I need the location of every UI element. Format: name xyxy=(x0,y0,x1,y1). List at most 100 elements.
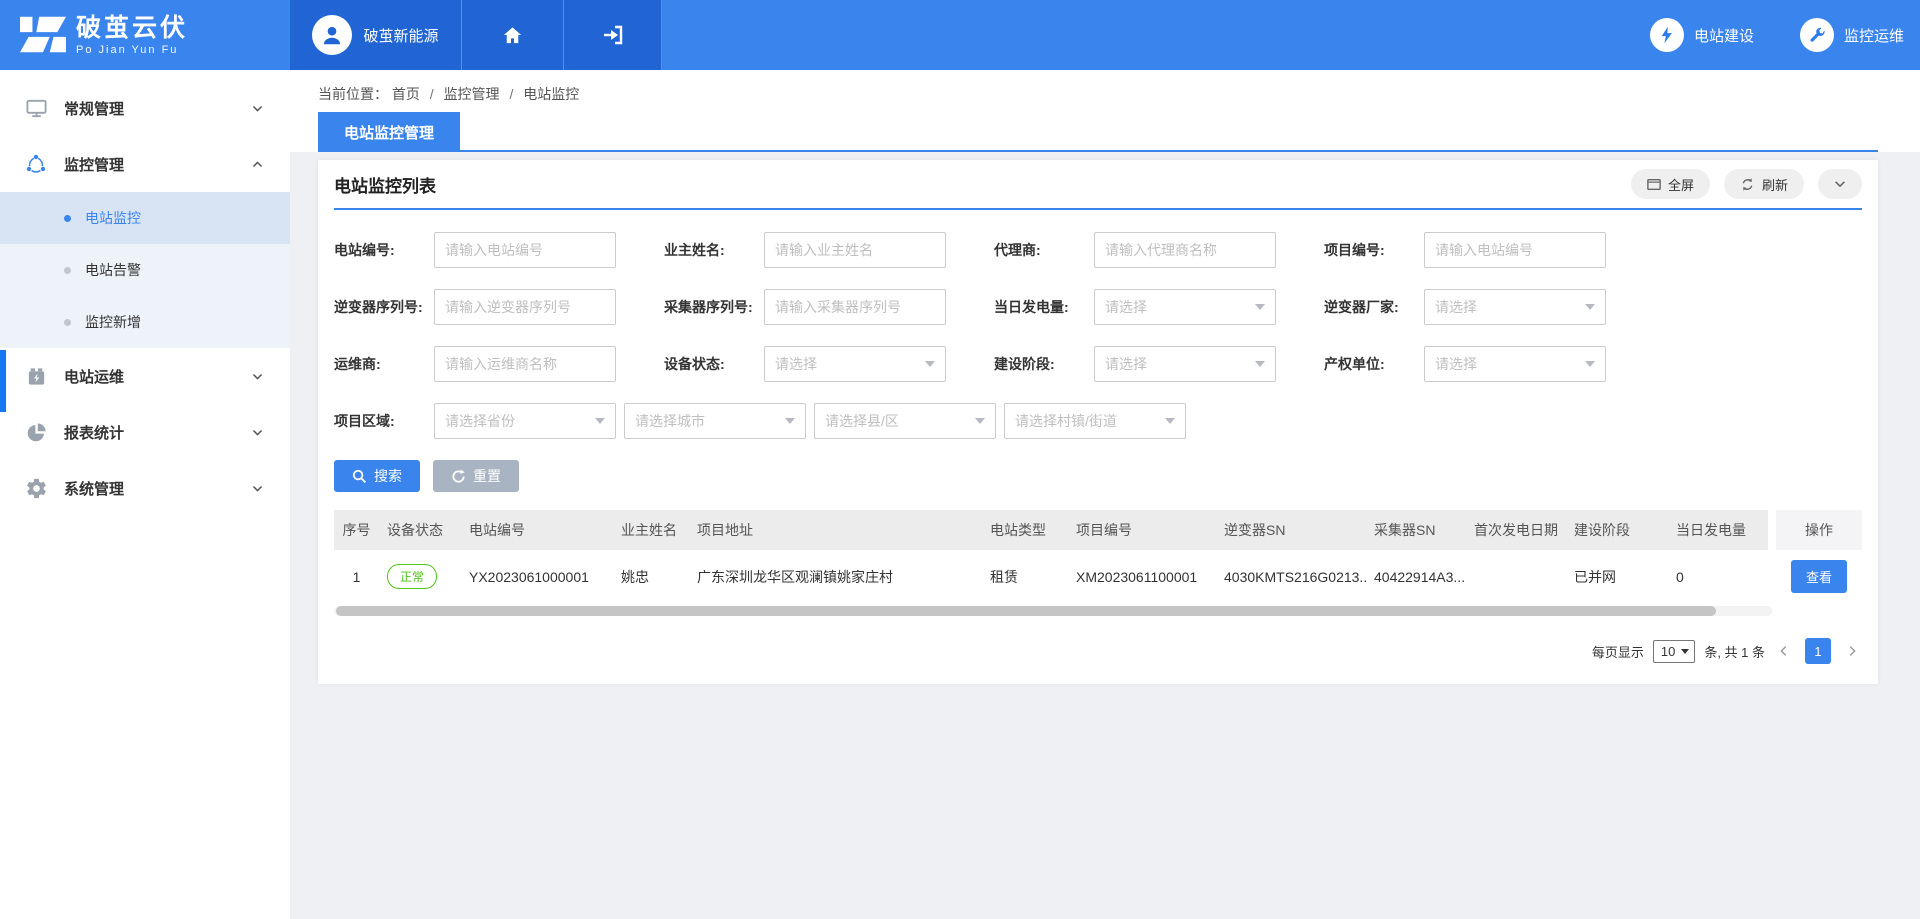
brand-subtitle: Po Jian Yun Fu xyxy=(76,44,188,56)
select-placeholder: 请选择 xyxy=(775,354,817,374)
chevron-down-icon xyxy=(1833,177,1847,191)
cell-daily-power: 0 xyxy=(1668,550,1772,603)
horizontal-scrollbar-thumb[interactable] xyxy=(336,606,1716,616)
caret-down-icon xyxy=(595,418,605,424)
chevron-up-icon xyxy=(250,157,264,171)
project-region-label: 项目区域: xyxy=(334,411,434,431)
breadcrumb-station-monitor[interactable]: 电站监控 xyxy=(523,86,579,102)
header-project-no: 项目编号 xyxy=(1068,510,1216,550)
select-placeholder: 请选择 xyxy=(1105,297,1147,317)
refresh-button[interactable]: 刷新 xyxy=(1724,169,1804,199)
logout-button[interactable] xyxy=(564,0,662,70)
caret-down-icon xyxy=(1585,361,1595,367)
fullscreen-icon xyxy=(1647,178,1661,191)
agent-label: 代理商: xyxy=(994,240,1094,260)
breadcrumb-home[interactable]: 首页 xyxy=(392,86,420,102)
header-build-stage: 建设阶段 xyxy=(1566,510,1668,550)
sidebar-item-station-monitor[interactable]: 电站监控 xyxy=(0,192,290,244)
battery-icon xyxy=(24,364,48,388)
cell-build-stage: 已并网 xyxy=(1566,550,1668,603)
search-icon xyxy=(352,469,367,484)
county-select[interactable]: 请选择县/区 xyxy=(814,403,996,439)
sidebar-item-report-stats[interactable]: 报表统计 xyxy=(0,404,290,460)
property-unit-select[interactable]: 请选择 xyxy=(1424,346,1606,382)
reset-button[interactable]: 重置 xyxy=(433,460,519,492)
collapse-button[interactable] xyxy=(1818,169,1862,199)
panel-header: 电站监控列表 全屏 xyxy=(334,160,1862,210)
owner-name-input[interactable] xyxy=(764,232,946,268)
sidebar-item-monitor-add[interactable]: 监控新增 xyxy=(0,296,290,348)
fullscreen-button[interactable]: 全屏 xyxy=(1631,169,1710,199)
org-name: 破茧新能源 xyxy=(363,25,438,46)
device-status-select[interactable]: 请选择 xyxy=(764,346,946,382)
caret-down-icon xyxy=(925,361,935,367)
network-icon xyxy=(24,152,48,176)
station-no-input[interactable] xyxy=(434,232,616,268)
inverter-vendor-select[interactable]: 请选择 xyxy=(1424,289,1606,325)
main-area: 当前位置： 首页 / 监控管理 / 电站监控 电站监控管理 电站监控列表 全屏 xyxy=(290,70,1920,919)
search-button[interactable]: 搜索 xyxy=(334,460,420,492)
chevron-left-icon xyxy=(1777,644,1791,658)
horizontal-scrollbar[interactable] xyxy=(334,606,1772,616)
sidebar-item-station-alarm[interactable]: 电站告警 xyxy=(0,244,290,296)
user-menu[interactable]: 破茧新能源 xyxy=(290,0,462,70)
tab-station-monitor-mgmt[interactable]: 电站监控管理 xyxy=(318,112,460,152)
caret-down-icon xyxy=(785,418,795,424)
per-page-value: 10 xyxy=(1661,644,1675,659)
agent-input[interactable] xyxy=(1094,232,1276,268)
ops-provider-input[interactable] xyxy=(434,346,616,382)
sidebar-scrollbar[interactable] xyxy=(0,350,6,412)
header-index: 序号 xyxy=(334,510,379,550)
nav-monitor-ops[interactable]: 监控运维 xyxy=(1800,18,1904,52)
refresh-icon xyxy=(1740,177,1755,192)
select-placeholder: 请选择 xyxy=(1105,354,1147,374)
tab-underline xyxy=(318,150,1878,152)
breadcrumb-monitor-mgmt[interactable]: 监控管理 xyxy=(444,86,500,102)
breadcrumb-separator: / xyxy=(430,86,434,102)
cell-station-no: YX2023061000001 xyxy=(461,550,613,603)
home-button[interactable] xyxy=(462,0,564,70)
cell-first-power-date xyxy=(1466,550,1566,603)
sidebar-item-label: 电站运维 xyxy=(64,366,250,387)
submenu-label: 电站监控 xyxy=(85,208,141,228)
city-select[interactable]: 请选择城市 xyxy=(624,403,806,439)
daily-power-select[interactable]: 请选择 xyxy=(1094,289,1276,325)
view-button[interactable]: 查看 xyxy=(1791,560,1847,593)
station-monitor-list-panel: 电站监控列表 全屏 xyxy=(318,160,1878,684)
device-status-label: 设备状态: xyxy=(664,354,764,374)
header-owner: 业主姓名 xyxy=(613,510,689,550)
panel-actions: 全屏 刷新 xyxy=(1631,169,1862,199)
filter-form: 电站编号: 业主姓名: 代理商: 项目编号: xyxy=(334,232,1862,439)
build-stage-select[interactable]: 请选择 xyxy=(1094,346,1276,382)
sidebar-item-station-ops[interactable]: 电站运维 xyxy=(0,348,290,404)
sidebar-item-monitor-mgmt[interactable]: 监控管理 xyxy=(0,136,290,192)
select-placeholder: 请选择 xyxy=(1435,354,1477,374)
select-placeholder: 请选择 xyxy=(1435,297,1477,317)
chevron-down-icon xyxy=(250,481,264,495)
caret-down-icon xyxy=(1165,418,1175,424)
page-1-button[interactable]: 1 xyxy=(1805,638,1831,664)
ops-provider-label: 运维商: xyxy=(334,354,434,374)
project-no-input[interactable] xyxy=(1424,232,1606,268)
brand-title: 破茧云伏 xyxy=(76,15,188,41)
sidebar-item-label: 常规管理 xyxy=(64,98,250,119)
next-page-button[interactable] xyxy=(1842,638,1862,664)
submenu-label: 电站告警 xyxy=(85,260,141,280)
bullet-dot-icon xyxy=(64,267,71,274)
collector-sn-input[interactable] xyxy=(764,289,946,325)
sidebar-item-general-mgmt[interactable]: 常规管理 xyxy=(0,80,290,136)
collector-sn-label: 采集器序列号: xyxy=(664,297,764,317)
nav-station-build[interactable]: 电站建设 xyxy=(1650,18,1754,52)
town-select[interactable]: 请选择村镇/街道 xyxy=(1004,403,1186,439)
per-page-select[interactable]: 10 xyxy=(1653,640,1695,663)
wrench-icon xyxy=(1800,18,1834,52)
header-actions: 操作 xyxy=(1772,510,1862,550)
owner-name-label: 业主姓名: xyxy=(664,240,764,260)
refresh-label: 刷新 xyxy=(1762,175,1788,194)
inverter-sn-input[interactable] xyxy=(434,289,616,325)
header-station-type: 电站类型 xyxy=(982,510,1068,550)
prev-page-button[interactable] xyxy=(1774,638,1794,664)
caret-down-icon xyxy=(975,418,985,424)
province-select[interactable]: 请选择省份 xyxy=(434,403,616,439)
sidebar-item-system-mgmt[interactable]: 系统管理 xyxy=(0,460,290,516)
